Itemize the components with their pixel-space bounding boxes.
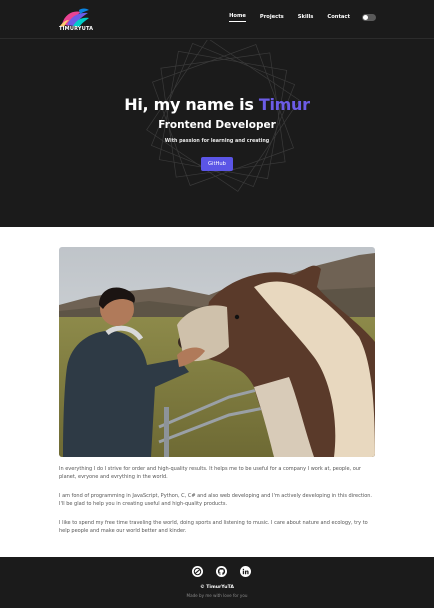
hero-greeting: Hi, my name is — [124, 95, 259, 114]
footer-copyright: © TimurYuTA — [200, 585, 234, 590]
dark-mode-toggle-icon[interactable] — [362, 14, 376, 21]
brand-name[interactable]: TIMURYUTA — [59, 26, 93, 32]
footer-made-by: Made by me with love for you — [186, 593, 248, 598]
photo-illustration — [59, 247, 375, 457]
nav-item-contact[interactable]: Contact — [327, 14, 350, 22]
hero-tagline: With passion for learning and creating — [164, 139, 270, 144]
linkedin-icon[interactable] — [240, 566, 251, 577]
nav-links: Home Projects Skills Contact — [215, 13, 376, 22]
codewars-icon[interactable] — [192, 566, 203, 577]
nav-item-skills[interactable]: Skills — [298, 14, 314, 22]
nav-item-home[interactable]: Home — [229, 13, 246, 22]
about-paragraph-2: I am fond of programming in JavaScript, … — [59, 492, 373, 508]
github-icon[interactable] — [216, 566, 227, 577]
portrait-with-horse-image — [59, 247, 375, 457]
social-links — [192, 566, 251, 577]
hero-headline: Hi, my name is Timur — [0, 95, 434, 114]
about-paragraph-3: I like to spend my free time traveling t… — [59, 519, 368, 535]
about-paragraph-1: In everything I do I strive for order an… — [59, 466, 361, 481]
hero-name: Timur — [258, 95, 310, 114]
about-section: In everything I do I strive for order an… — [59, 465, 377, 545]
hero-section: TIMURYUTA Home Projects Skills Contact H… — [0, 0, 434, 227]
nav-item-projects[interactable]: Projects — [260, 14, 284, 22]
footer: © TimurYuTA Made by me with love for you — [0, 557, 434, 608]
hero-role: Frontend Developer — [158, 119, 276, 131]
top-navbar: TIMURYUTA Home Projects Skills Contact — [0, 0, 434, 39]
github-button[interactable]: GitHub — [201, 157, 233, 171]
